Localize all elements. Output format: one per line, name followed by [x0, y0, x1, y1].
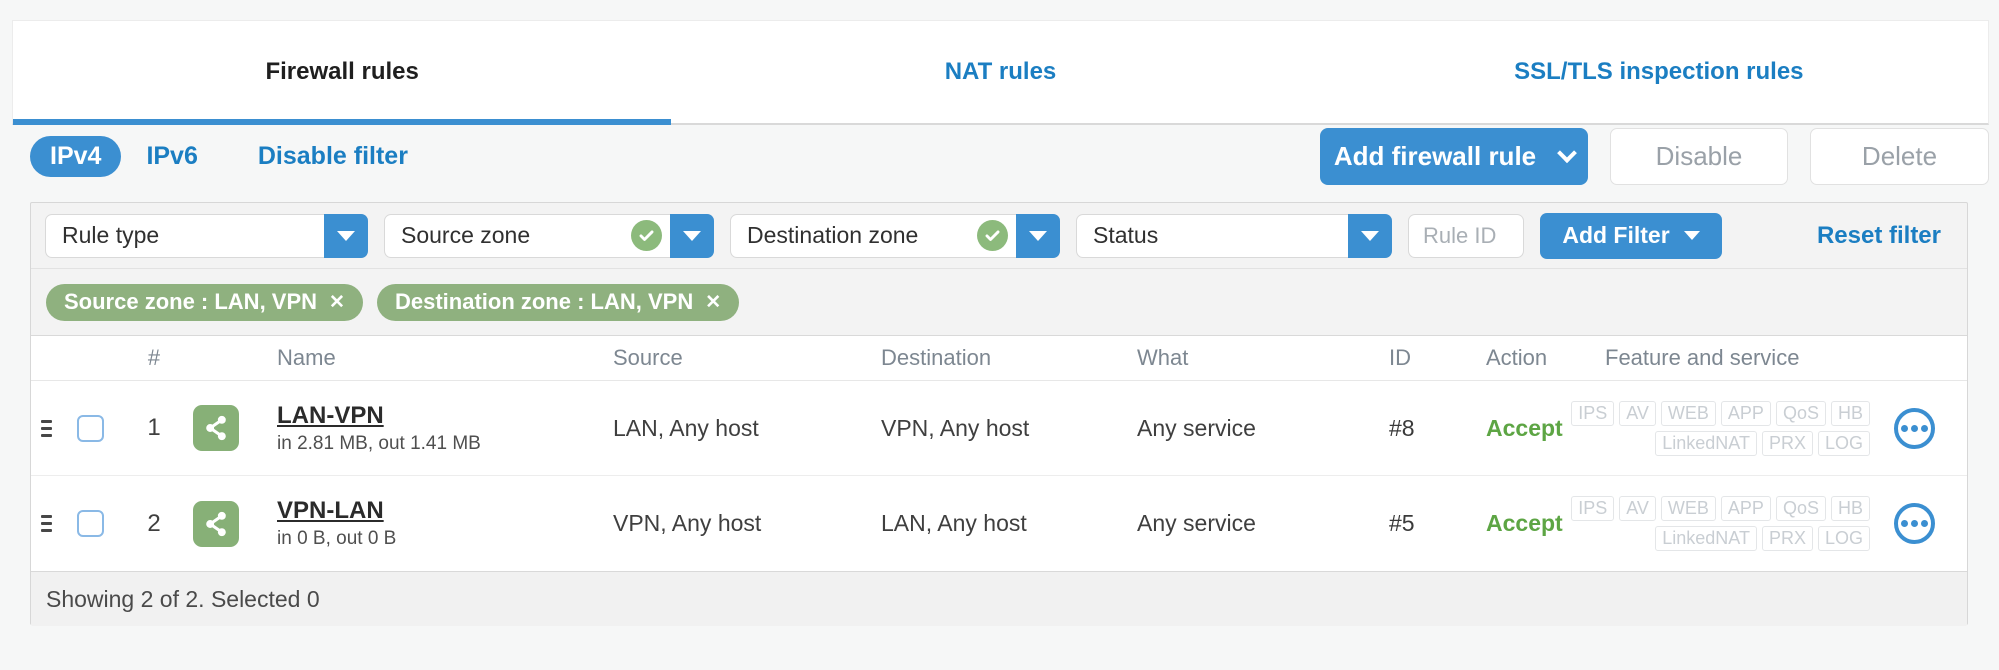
chevron-down-icon[interactable] [670, 213, 714, 258]
badge-linkednat: LinkedNAT [1655, 526, 1757, 551]
rule-destination: LAN, Any host [881, 510, 1027, 536]
check-circle-icon [631, 220, 662, 251]
rule-action: Accept [1486, 414, 1563, 441]
disable-button[interactable]: Disable [1610, 127, 1788, 185]
rule-id: #8 [1389, 414, 1415, 441]
header-num: # [147, 345, 161, 370]
badge-qos: QoS [1775, 496, 1826, 521]
chevron-down-icon[interactable] [1016, 213, 1060, 258]
rule-id-input[interactable] [1408, 213, 1524, 258]
badge-linkednat: LinkedNAT [1655, 430, 1757, 456]
badge-log: LOG [1817, 430, 1870, 456]
ipv6-toggle[interactable]: IPv6 [146, 142, 197, 171]
add-firewall-rule-label: Add firewall rule [1333, 140, 1537, 171]
header-destination: Destination [881, 345, 992, 370]
badge-log: LOG [1817, 526, 1870, 551]
row-number: 2 [147, 509, 161, 537]
destination-zone-dropdown[interactable]: Destination zone [730, 213, 1060, 258]
close-icon[interactable]: ✕ [705, 291, 721, 314]
rule-source: LAN, Any host [613, 414, 759, 441]
header-id: ID [1389, 345, 1411, 370]
status-dropdown-label: Status [1093, 222, 1159, 248]
badge-prx: PRX [1761, 526, 1813, 551]
more-options-icon[interactable] [1894, 407, 1935, 449]
filter-chip-destination-zone[interactable]: Destination zone : LAN, VPN ✕ [376, 283, 740, 321]
badge-hb: HB [1830, 400, 1870, 426]
rule-type-dropdown-label: Rule type [62, 222, 160, 248]
ipv4-toggle[interactable]: IPv4 [30, 135, 122, 177]
rule-what: Any service [1137, 414, 1256, 441]
rule-name-link[interactable]: LAN-VPN [277, 402, 384, 430]
feature-badges: IPS AV WEB APP QoS HB LinkedNAT PRX LOG [1571, 400, 1884, 456]
tab-bar: Firewall rules NAT rules SSL/TLS inspect… [12, 20, 1989, 125]
badge-ips: IPS [1571, 496, 1615, 521]
share-icon [193, 500, 239, 547]
row-count-summary: Showing 2 of 2. Selected 0 [46, 585, 320, 612]
feature-badges: IPS AV WEB APP QoS HB LinkedNAT PRX LOG [1571, 496, 1884, 551]
filter-chips-strip: Source zone : LAN, VPN ✕ Destination zon… [31, 269, 1967, 336]
rule-source: VPN, Any host [613, 510, 762, 536]
table-header: # Name Source Destination What ID Action… [31, 336, 1967, 381]
share-icon [193, 405, 239, 451]
destination-zone-dropdown-label: Destination zone [747, 222, 919, 248]
rule-traffic: in 0 B, out 0 B [277, 528, 397, 549]
add-filter-label: Add Filter [1562, 222, 1670, 248]
table-row: 1 LAN-VPN in 2.81 MB, out 1.41 MB LAN, A… [31, 381, 1967, 476]
tab-nat-rules[interactable]: NAT rules [671, 21, 1329, 123]
filter-chip-source-zone[interactable]: Source zone : LAN, VPN ✕ [46, 283, 363, 321]
drag-handle-icon[interactable] [37, 416, 56, 441]
filter-chip-label: Source zone : LAN, VPN [64, 289, 318, 314]
close-icon[interactable]: ✕ [329, 291, 345, 314]
chevron-down-icon[interactable] [324, 213, 368, 258]
check-circle-icon [977, 220, 1008, 251]
add-filter-button[interactable]: Add Filter [1540, 212, 1722, 259]
more-options-icon[interactable] [1894, 503, 1935, 544]
toolbar: IPv4 IPv6 Disable filter Add firewall ru… [30, 126, 1989, 186]
rule-what: Any service [1137, 510, 1256, 536]
drag-handle-icon[interactable] [37, 511, 56, 536]
filter-chip-label: Destination zone : LAN, VPN [394, 289, 694, 314]
badge-hb: HB [1830, 496, 1870, 521]
row-number: 1 [147, 414, 161, 441]
badge-app: APP [1720, 496, 1771, 521]
row-checkbox[interactable] [76, 510, 104, 537]
badge-web: WEB [1660, 496, 1716, 521]
rule-type-dropdown[interactable]: Rule type [45, 213, 368, 258]
reset-filter-link[interactable]: Reset filter [1817, 222, 1941, 250]
row-checkbox[interactable] [76, 414, 104, 442]
source-zone-dropdown[interactable]: Source zone [384, 213, 714, 258]
badge-qos: QoS [1775, 400, 1826, 426]
badge-app: APP [1720, 400, 1771, 426]
filter-strip: Rule type Source zone Destination zone S… [31, 203, 1967, 269]
chevron-down-icon [1557, 143, 1578, 164]
firewall-rules-panel: Rule type Source zone Destination zone S… [30, 202, 1968, 626]
header-action: Action [1486, 345, 1548, 370]
rule-id: #5 [1389, 510, 1415, 536]
rule-traffic: in 2.81 MB, out 1.41 MB [277, 432, 481, 454]
header-what: What [1137, 345, 1189, 370]
rule-action: Accept [1486, 510, 1563, 536]
chevron-down-icon [1683, 231, 1700, 240]
source-zone-dropdown-label: Source zone [401, 222, 531, 248]
delete-button[interactable]: Delete [1810, 127, 1989, 185]
tab-firewall-rules[interactable]: Firewall rules [13, 21, 672, 125]
badge-prx: PRX [1761, 430, 1813, 456]
add-firewall-rule-button[interactable]: Add firewall rule [1320, 127, 1588, 185]
badge-av: AV [1619, 400, 1656, 426]
badge-web: WEB [1660, 400, 1716, 426]
table-row: 2 VPN-LAN in 0 B, out 0 B VPN, Any host … [31, 476, 1967, 571]
header-feature-and-service: Feature and service [1605, 345, 1800, 370]
badge-av: AV [1619, 496, 1656, 521]
table-footer: Showing 2 of 2. Selected 0 [31, 571, 1967, 626]
header-source: Source [613, 345, 683, 370]
tab-ssl-tls-inspection-rules[interactable]: SSL/TLS inspection rules [1330, 21, 1988, 123]
header-name: Name [277, 345, 336, 370]
badge-ips: IPS [1571, 400, 1615, 426]
status-dropdown[interactable]: Status [1076, 213, 1392, 258]
chevron-down-icon[interactable] [1348, 213, 1392, 258]
rule-name-link[interactable]: VPN-LAN [277, 497, 384, 525]
disable-filter-link[interactable]: Disable filter [258, 142, 408, 171]
rule-destination: VPN, Any host [881, 414, 1030, 441]
